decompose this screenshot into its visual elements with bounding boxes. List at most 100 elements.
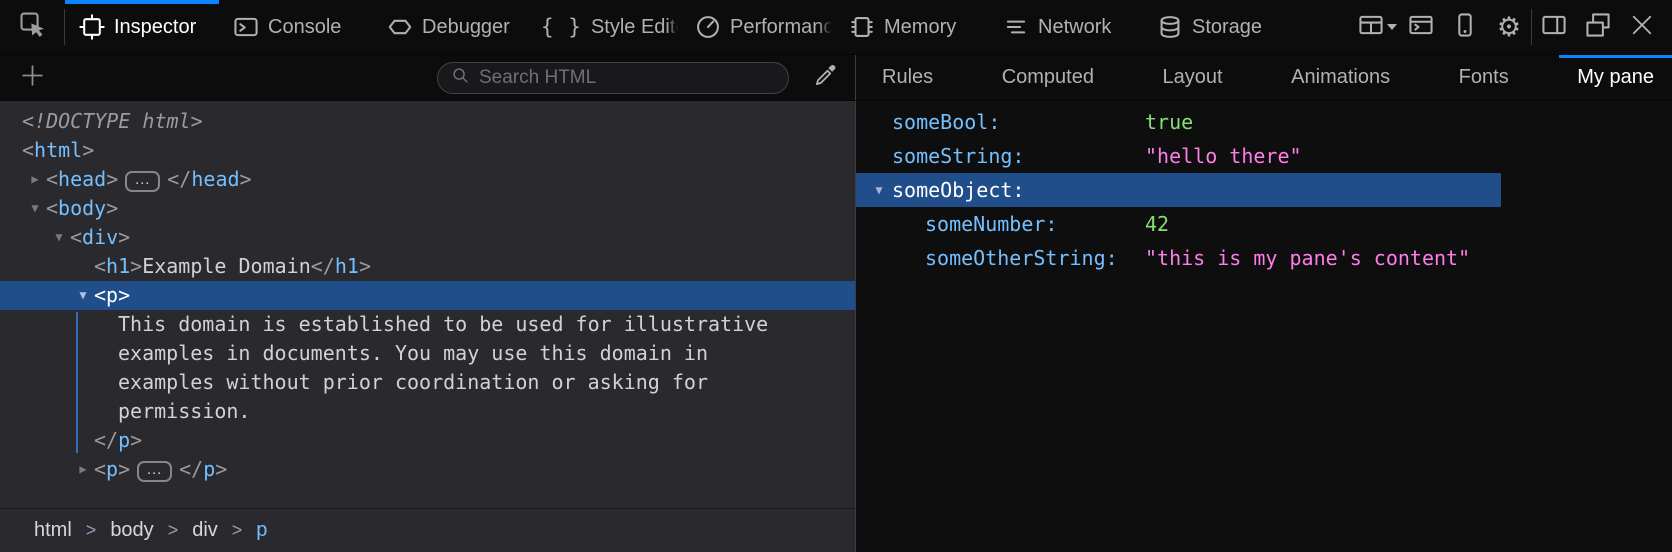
sidebar-tab-label: Animations (1291, 66, 1390, 89)
sidebar-tab-computed[interactable]: Computed (984, 55, 1112, 100)
tab-label: Debugger (422, 16, 527, 39)
sidebar-tab-label: Computed (1002, 66, 1094, 89)
tree-row[interactable]: ▼someObject: (856, 173, 1501, 207)
sidebar-tab-label: Fonts (1459, 66, 1509, 89)
markup-row[interactable]: ▼<p> (0, 281, 855, 310)
tag-token: html (34, 138, 82, 162)
ellipsis-badge[interactable]: … (137, 461, 172, 482)
syntax-token: </ (311, 254, 335, 278)
sidebar-tab-label: Layout (1163, 66, 1223, 89)
breadcrumb-item-div[interactable]: div (192, 519, 218, 542)
sidebar-tab-my-pane[interactable]: My pane (1559, 55, 1672, 100)
sidebar-tab-layout[interactable]: Layout (1145, 55, 1241, 100)
my-pane-panel: someBool:truesomeString:"hello there"▼so… (855, 101, 1672, 552)
sidebar-tab-animations[interactable]: Animations (1273, 55, 1408, 100)
breadcrumb-separator-icon: > (232, 520, 243, 541)
syntax-token: </ (167, 167, 191, 191)
memory-icon (849, 14, 875, 40)
markup-row[interactable]: ▶<head>…</head> (0, 165, 855, 194)
tab-inspector[interactable]: Inspector (65, 0, 219, 54)
add-node-button[interactable] (12, 64, 52, 92)
search-box[interactable] (437, 62, 789, 94)
sidebar-tab-fonts[interactable]: Fonts (1441, 55, 1527, 100)
tab-debugger[interactable]: Debugger (373, 0, 527, 54)
markup-row[interactable]: ▼<body> (0, 194, 855, 223)
tab-storage[interactable]: Storage (1143, 0, 1297, 54)
property-name: someString: (892, 144, 1024, 168)
syntax-token: < (70, 225, 82, 249)
settings-button[interactable]: ⚙ (1487, 0, 1531, 54)
ellipsis-badge[interactable]: … (125, 171, 160, 192)
frames-icon (1358, 12, 1384, 43)
tab-console[interactable]: Console (219, 0, 373, 54)
expand-arrow-icon[interactable]: ▶ (74, 455, 92, 484)
tab-performance[interactable]: Performance (681, 0, 835, 54)
tree-row[interactable]: someBool:true (856, 105, 1501, 139)
expand-arrow-icon[interactable]: ▼ (74, 281, 92, 310)
breadcrumb-item-body[interactable]: body (110, 519, 153, 542)
expand-arrow-icon[interactable]: ▶ (26, 165, 44, 194)
tag-token: p (106, 457, 118, 481)
syntax-token: </ (94, 428, 118, 452)
markup-row[interactable]: <!DOCTYPE html> (0, 107, 855, 136)
property-value: "this is my pane's content" (1145, 241, 1470, 275)
tree-row[interactable]: someString:"hello there" (856, 139, 1501, 173)
tab-label: Performance (730, 16, 835, 39)
tab-memory[interactable]: Memory (835, 0, 989, 54)
devtools-tabbar: Inspector Console Debugger{ }Style Editor P… (0, 0, 1672, 55)
split-console-button[interactable] (1399, 0, 1443, 54)
search-input[interactable] (479, 67, 775, 89)
eyedropper-button[interactable] (805, 64, 845, 92)
tab-style-editor[interactable]: { }Style Editor (527, 0, 681, 54)
dock-to-side-button[interactable] (1532, 0, 1576, 54)
syntax-token: < (46, 196, 58, 220)
main-content: <!DOCTYPE html><html>▶<head>…</head>▼<bo… (0, 101, 1672, 552)
markup-row[interactable]: </p> (0, 426, 855, 455)
tab-label: Inspector (114, 16, 219, 39)
markup-row[interactable]: examples without prior coordination or a… (0, 368, 855, 397)
tab-network[interactable]: Network (989, 0, 1143, 54)
markup-row[interactable]: <html> (0, 136, 855, 165)
syntax-token: > (130, 254, 142, 278)
tab-label: Style Editor (591, 16, 681, 39)
text-node: This domain is established to be used fo… (118, 312, 768, 336)
expand-arrow-icon[interactable]: ▼ (50, 223, 68, 252)
text-node: Example Domain (142, 254, 311, 278)
markup-row[interactable]: examples in documents. You may use this … (0, 339, 855, 368)
breadcrumb-item-html[interactable]: html (34, 519, 72, 542)
markup-row[interactable]: ▼<div> (0, 223, 855, 252)
syntax-token: > (215, 457, 227, 481)
tab-label: Storage (1192, 16, 1297, 39)
inspector-toolbar (0, 55, 855, 100)
syntax-token: > (118, 457, 130, 481)
tree-row[interactable]: someOtherString:"this is my pane's conte… (856, 241, 1501, 275)
syntax-token: </ (179, 457, 203, 481)
devtools-window: Inspector Console Debugger{ }Style Editor P… (0, 0, 1672, 552)
markup-row[interactable]: <h1>Example Domain</h1> (0, 252, 855, 281)
close-button[interactable] (1620, 0, 1664, 54)
syntax-token: > (130, 428, 142, 452)
tab-label: Console (268, 16, 373, 39)
separate-window-button[interactable] (1576, 0, 1620, 54)
markup-row[interactable]: This domain is established to be used fo… (0, 310, 855, 339)
property-name: someObject: (892, 178, 1024, 202)
markup-panel: <!DOCTYPE html><html>▶<head>…</head>▼<bo… (0, 101, 855, 552)
responsive-design-button[interactable] (1443, 0, 1487, 54)
node-picker-button[interactable] (0, 0, 64, 54)
breadcrumb-item-p[interactable]: p (256, 519, 267, 542)
markup-row[interactable]: permission. (0, 397, 855, 426)
sidebar-tabs: Rules Computed Layout Animations Fonts My pan… (855, 55, 1672, 100)
expand-arrow-icon[interactable]: ▼ (26, 194, 44, 223)
tag-token: div (82, 225, 118, 249)
expand-arrow-icon[interactable]: ▼ (870, 173, 888, 207)
secondary-toolbar: Rules Computed Layout Animations Fonts My pan… (0, 55, 1672, 101)
markup-row[interactable]: ▶<p>…</p> (0, 455, 855, 484)
iframe-picker-button[interactable] (1355, 0, 1399, 54)
tree-row[interactable]: someNumber:42 (856, 207, 1501, 241)
tab-label: Memory (884, 16, 989, 39)
tag-token: p (106, 283, 118, 307)
sidebar-tab-label: My pane (1577, 66, 1654, 89)
plus-icon (21, 64, 44, 92)
syntax-token: <!DOCTYPE html> (22, 109, 203, 133)
sidebar-tab-rules[interactable]: Rules (864, 55, 951, 100)
